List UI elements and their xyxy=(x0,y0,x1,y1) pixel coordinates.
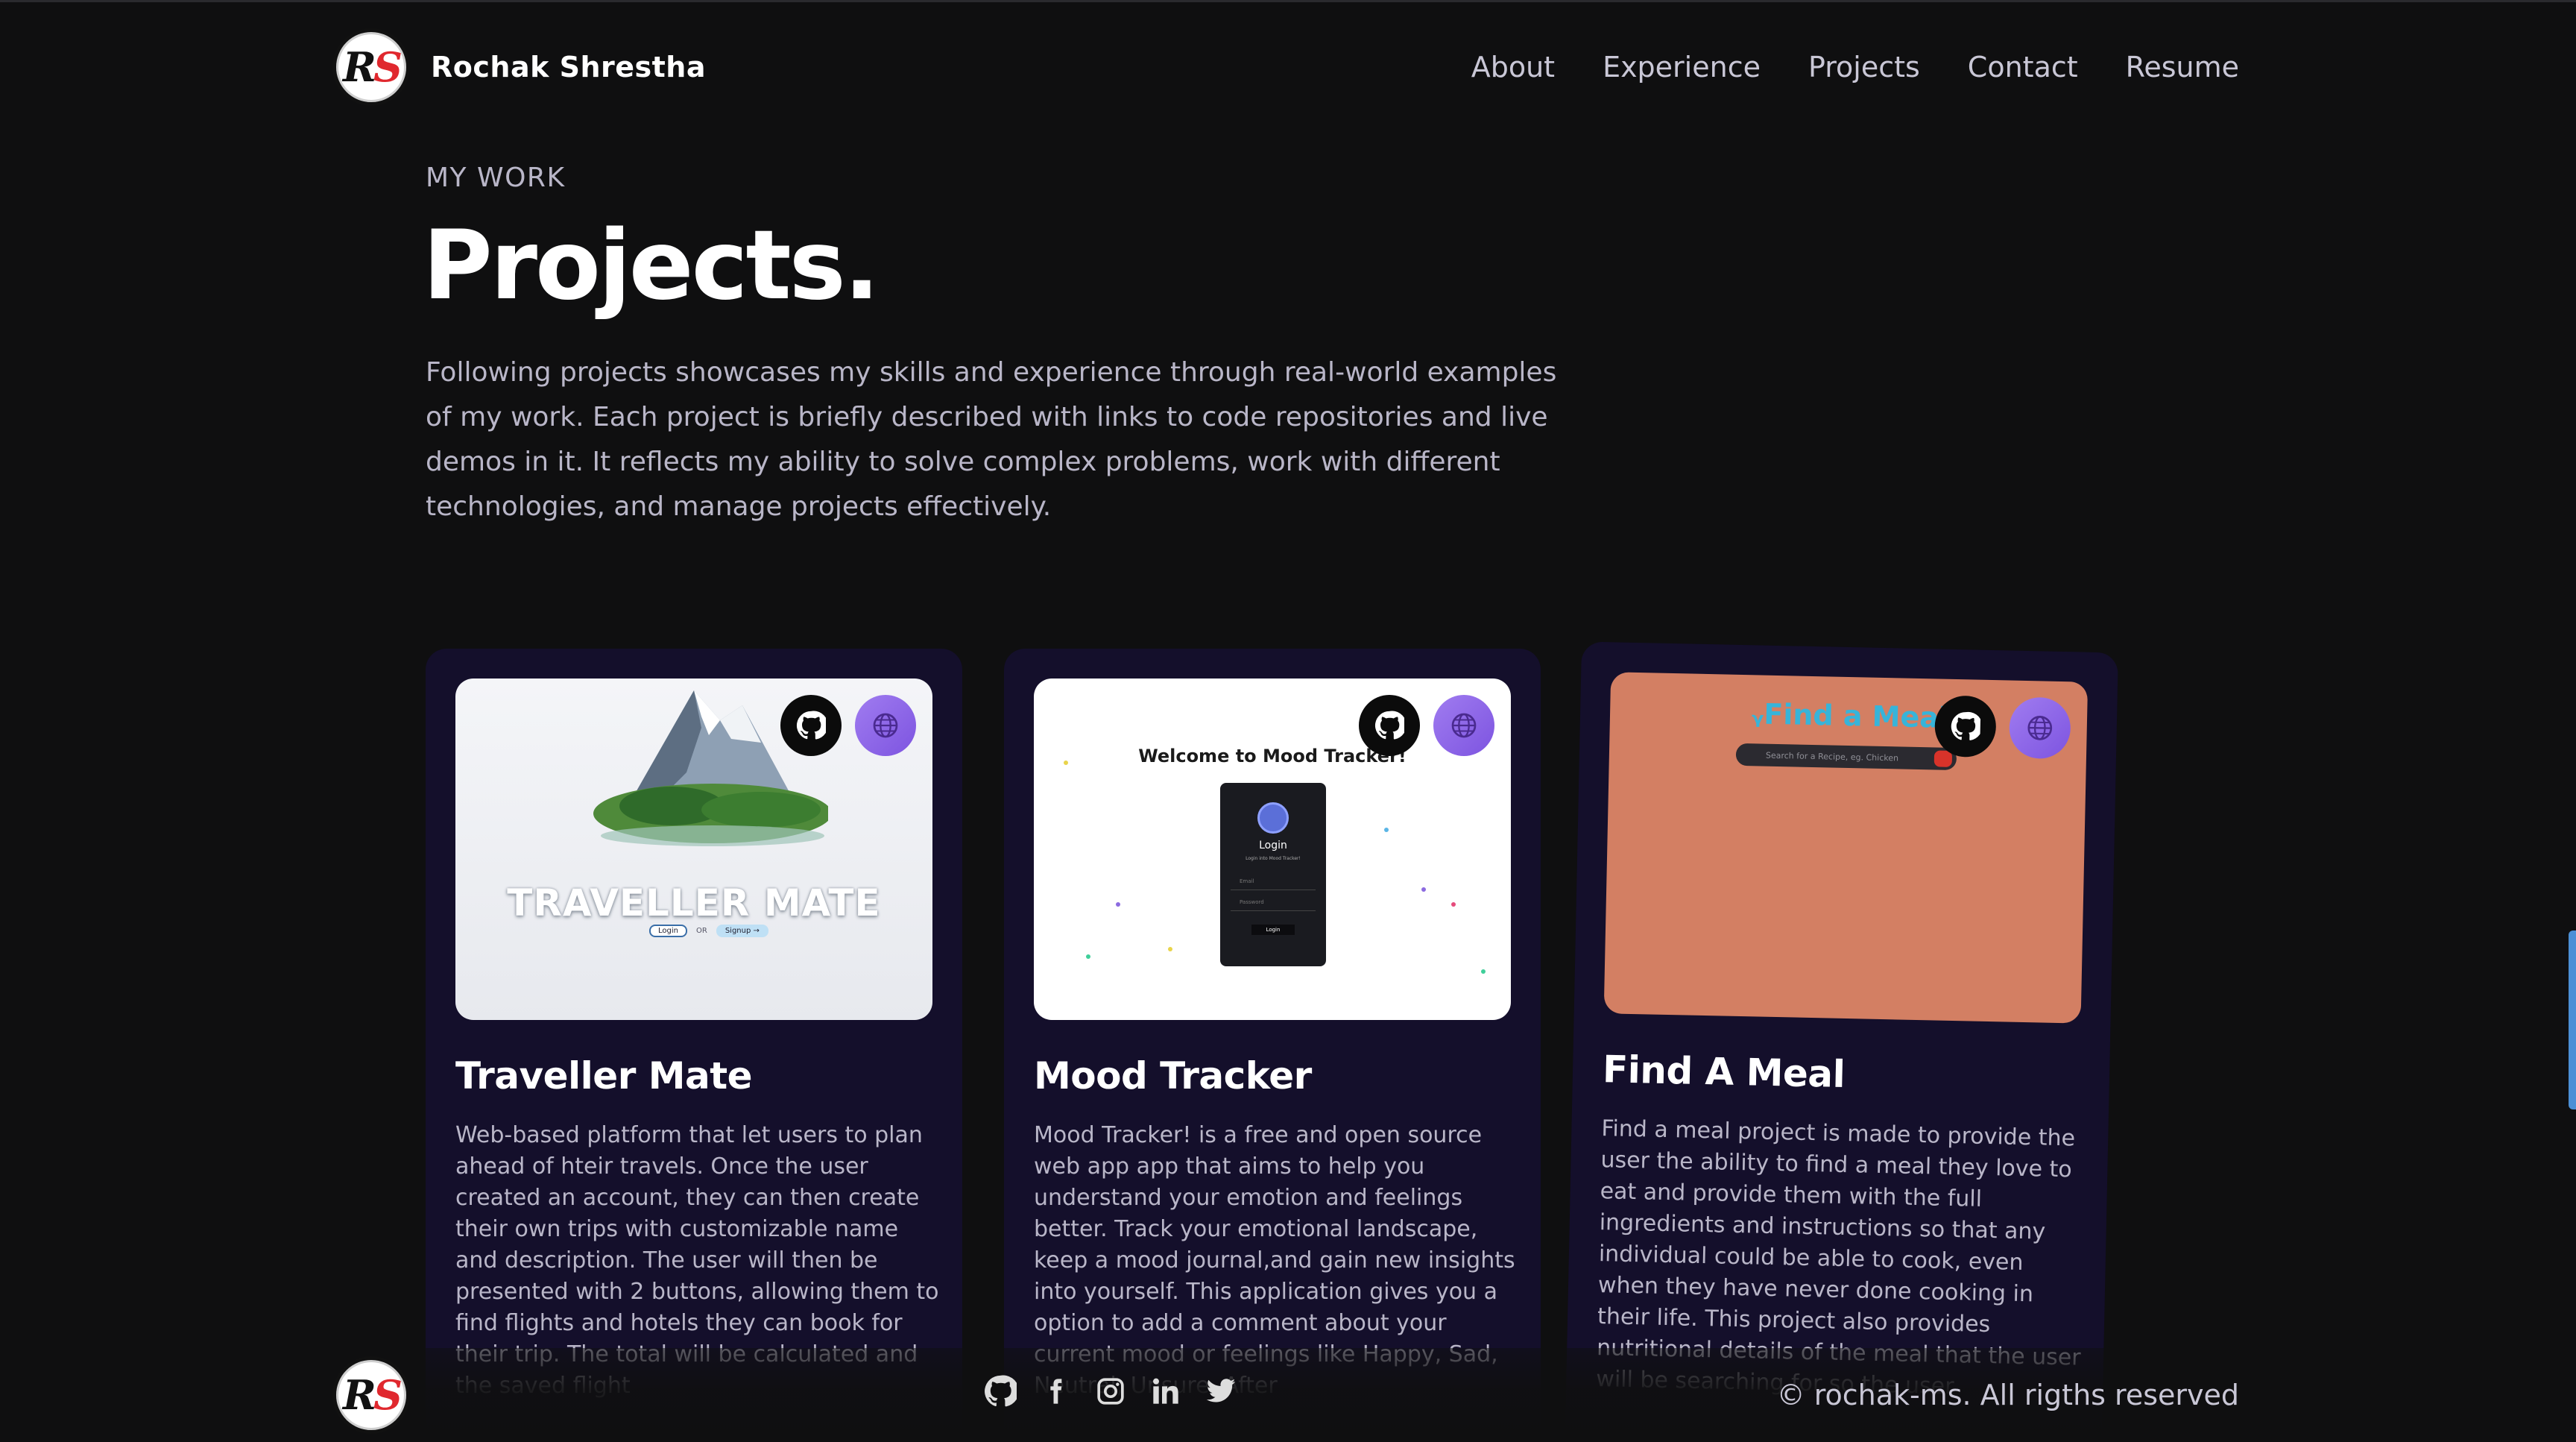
image-or-text: OR xyxy=(695,927,707,935)
image-logo-text: Find a Meal xyxy=(1763,697,1949,734)
github-link-button[interactable] xyxy=(1933,695,1997,758)
logo-letter-s: S xyxy=(373,1371,402,1419)
confetti-dot xyxy=(1384,828,1389,832)
image-search-placeholder: Search for a Recipe, eg. Chicken xyxy=(1765,750,1899,763)
confetti-dot xyxy=(1086,954,1090,959)
github-link-button[interactable] xyxy=(1359,695,1420,756)
github-icon xyxy=(1951,711,1981,740)
image-password-field: Password xyxy=(1231,899,1316,911)
social-instagram-link[interactable] xyxy=(1094,1375,1127,1408)
footer-logo[interactable]: RS xyxy=(332,1356,410,1434)
github-icon xyxy=(1374,711,1404,740)
image-login-sub: Login into Mood Tracker! xyxy=(1246,856,1301,861)
globe-icon xyxy=(873,713,898,738)
nav-link-resume[interactable]: Resume xyxy=(2126,51,2239,84)
twitter-icon xyxy=(1206,1379,1236,1402)
project-image: ᵧFind a Meal Search for a Recipe, eg. Ch… xyxy=(1603,672,2089,1024)
confetti-dot xyxy=(1481,969,1486,974)
image-logo: ᵧFind a Meal xyxy=(1752,697,1949,734)
live-demo-button[interactable] xyxy=(1433,695,1494,756)
section-eyebrow: MY WORK xyxy=(426,163,566,193)
social-github-link[interactable] xyxy=(984,1375,1017,1408)
social-links xyxy=(984,1375,1237,1408)
confetti-dot xyxy=(1168,947,1172,951)
project-card-find-a-meal: ᵧFind a Meal Search for a Recipe, eg. Ch… xyxy=(1565,641,2118,1442)
footer: RS © rochak-ms. All rigths reserved xyxy=(0,1348,2576,1442)
image-login-title: Login xyxy=(1259,840,1287,851)
github-icon xyxy=(796,711,826,740)
nav-link-experience[interactable]: Experience xyxy=(1603,51,1761,84)
facebook-icon xyxy=(1050,1379,1062,1404)
avatar xyxy=(1257,802,1289,834)
live-demo-button[interactable] xyxy=(855,695,916,756)
image-login-button: Login xyxy=(1251,925,1295,935)
copyright-text: © rochak-ms. All rigths reserved xyxy=(1776,1379,2239,1411)
project-title: Find A Meal xyxy=(1602,1048,1846,1096)
social-linkedin-link[interactable] xyxy=(1149,1375,1182,1408)
project-image: Welcome to Mood Tracker! Login Login int… xyxy=(1034,679,1511,1020)
project-image: TRAVELLER MATE Login OR Signup → xyxy=(455,679,932,1020)
image-caption: TRAVELLER MATE xyxy=(507,881,881,925)
github-link-button[interactable] xyxy=(780,695,842,756)
card-actions xyxy=(1933,695,2071,760)
brand-name[interactable]: Rochak Shrestha xyxy=(431,51,706,84)
globe-icon xyxy=(2027,716,2053,740)
card-actions xyxy=(1359,695,1494,756)
project-title: Mood Tracker xyxy=(1034,1054,1312,1098)
image-buttons: Login OR Signup → xyxy=(649,925,768,937)
scrollbar-thumb[interactable] xyxy=(2569,931,2576,1109)
image-signup-pill: Signup → xyxy=(716,925,768,937)
github-icon xyxy=(985,1375,1017,1407)
logo[interactable]: RS xyxy=(332,28,410,106)
live-demo-button[interactable] xyxy=(2008,696,2071,760)
image-login-panel: Login Login into Mood Tracker! Email Pas… xyxy=(1220,783,1326,966)
logo-letter-r: R xyxy=(343,43,376,91)
nav-link-about[interactable]: About xyxy=(1471,51,1555,84)
image-email-field: Email xyxy=(1231,878,1316,890)
card-actions xyxy=(780,695,916,756)
project-card-mood-tracker: Welcome to Mood Tracker! Login Login int… xyxy=(1004,649,1541,1442)
nav-links: About Experience Projects Contact Resume xyxy=(1471,51,2239,84)
confetti-dot xyxy=(1064,761,1068,765)
fork-knife-icon: ᵧ xyxy=(1751,697,1764,731)
confetti-dot xyxy=(1451,902,1456,907)
globe-icon xyxy=(1451,713,1477,738)
project-card-traveller-mate: TRAVELLER MATE Login OR Signup → Travell… xyxy=(426,649,962,1442)
project-title: Traveller Mate xyxy=(455,1054,753,1098)
confetti-dot xyxy=(1421,887,1426,892)
page-title: Projects. xyxy=(423,210,880,321)
instagram-icon xyxy=(1097,1378,1124,1405)
section-intro: Following projects showcases my skills a… xyxy=(426,357,1557,522)
linkedin-icon xyxy=(1153,1378,1178,1404)
social-facebook-link[interactable] xyxy=(1039,1375,1072,1408)
nav-link-projects[interactable]: Projects xyxy=(1808,51,1920,84)
image-login-pill: Login xyxy=(649,925,687,937)
logo-letter-r: R xyxy=(343,1371,376,1419)
logo-letter-s: S xyxy=(373,43,402,91)
portfolio-page: RS Rochak Shrestha About Experience Proj… xyxy=(0,0,2576,1442)
navbar: RS Rochak Shrestha About Experience Proj… xyxy=(0,0,2576,134)
nav-link-contact[interactable]: Contact xyxy=(1968,51,2078,84)
social-twitter-link[interactable] xyxy=(1205,1375,1237,1408)
image-search-bar: Search for a Recipe, eg. Chicken xyxy=(1735,743,1957,771)
confetti-dot xyxy=(1116,902,1120,907)
